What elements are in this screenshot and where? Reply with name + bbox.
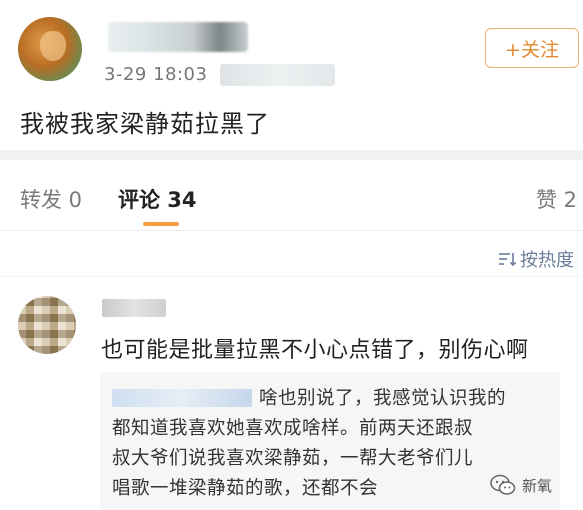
commenter-name-redacted (102, 299, 166, 317)
follow-button[interactable]: +关注 (485, 28, 579, 68)
poster-avatar[interactable] (18, 17, 82, 81)
tab-comment[interactable]: 评论 34 (118, 184, 197, 214)
tab-repost[interactable]: 转发 0 (20, 184, 82, 214)
tabs-divider (0, 230, 583, 231)
post-card: 3-29 18:03 +关注 我被我家梁静茹拉黑了 (0, 0, 583, 150)
watermark: 新氧 (490, 474, 552, 496)
reply-line: 叔大爷们说我喜欢梁静茹，一帮大老爷们儿 (112, 448, 474, 469)
reply-line: 唱歌一堆梁静茹的歌，还都不会 (112, 478, 379, 499)
post-tabs: 转发 0 评论 34 赞 2 (0, 160, 583, 230)
watermark-label: 新氧 (522, 476, 553, 495)
wechat-icon (490, 474, 516, 495)
sort-by-heat-button[interactable]: 按热度 (498, 246, 574, 272)
section-divider (0, 150, 583, 160)
sort-label: 按热度 (520, 250, 574, 271)
comment-text: 也可能是批量拉黑不小心点错了，别伤心啊 (101, 338, 529, 363)
poster-name-redacted (108, 22, 248, 52)
commenter-avatar-redacted[interactable] (18, 296, 76, 354)
post-text: 我被我家梁静茹拉黑了 (20, 110, 270, 138)
active-tab-indicator (143, 222, 179, 226)
reply-text: 啥也别说了，我感觉认识我的 都知道我喜欢她喜欢成啥样。前两天还跟叔 叔大爷们说我… (112, 384, 552, 504)
post-time: 3-29 18:03 (104, 64, 208, 85)
tab-like[interactable]: 赞 2 (536, 184, 577, 214)
post-source-redacted (220, 64, 335, 86)
reply-line: 都知道我喜欢她喜欢成啥样。前两天还跟叔 (112, 418, 474, 439)
sort-icon (499, 253, 516, 267)
comments-divider (0, 276, 583, 277)
reply-line: 啥也别说了，我感觉认识我的 (259, 388, 507, 409)
